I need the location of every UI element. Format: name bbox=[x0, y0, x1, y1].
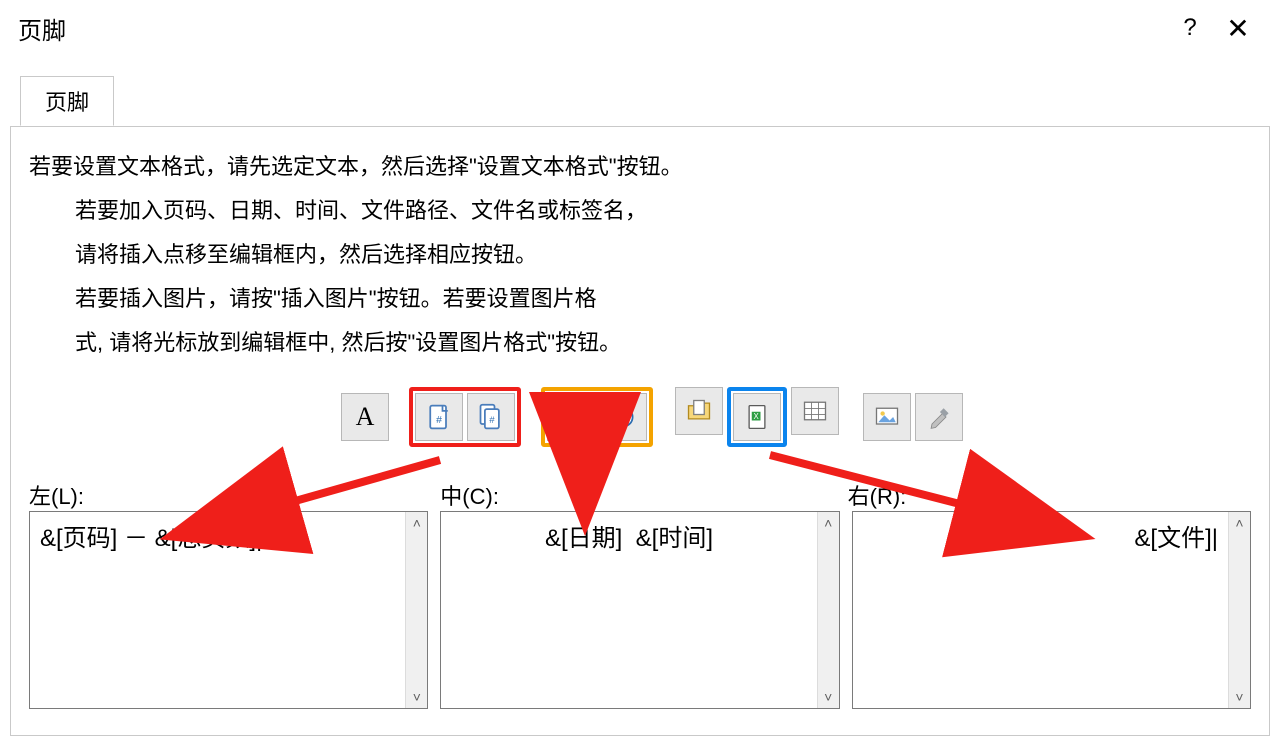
center-section-content[interactable]: &[日期] &[时间] bbox=[441, 512, 816, 708]
scroll-down-icon[interactable]: ˅ bbox=[818, 686, 839, 708]
file-group: X bbox=[673, 385, 841, 449]
time-icon bbox=[609, 403, 637, 431]
insert-picture-button[interactable] bbox=[863, 393, 911, 441]
center-section-label: 中(C): bbox=[436, 479, 843, 511]
instruction-line-1: 若要设置文本格式，请先选定文本，然后选择"设置文本格式"按钮。 bbox=[29, 145, 1251, 189]
footer-toolbar: A # # 7 bbox=[341, 385, 965, 449]
instruction-line-3: 请将插入点移至编辑框内，然后选择相应按钮。 bbox=[29, 233, 1251, 277]
insert-sheet-name-button[interactable] bbox=[791, 387, 839, 435]
scrollbar[interactable]: ˄ ˅ bbox=[817, 512, 839, 708]
svg-text:X: X bbox=[754, 412, 760, 421]
edit-row: &[页码] － &[总页数]| ˄ ˅ &[日期] &[时间] ˄ ˅ &[文件… bbox=[29, 511, 1251, 709]
instructions-block: 若要设置文本格式，请先选定文本，然后选择"设置文本格式"按钮。 若要加入页码、日… bbox=[11, 127, 1269, 365]
insert-date-button[interactable]: 7 bbox=[547, 393, 595, 441]
insert-picture-icon bbox=[873, 403, 901, 431]
page-number-icon: # bbox=[425, 403, 453, 431]
title-bar: 页脚 ? ✕ bbox=[0, 0, 1280, 56]
instruction-line-5: 式, 请将光标放到编辑框中, 然后按"设置图片格式"按钮。 bbox=[29, 321, 1251, 365]
svg-text:7: 7 bbox=[568, 416, 574, 428]
scrollbar[interactable]: ˄ ˅ bbox=[1228, 512, 1250, 708]
picture-group bbox=[861, 391, 965, 443]
scrollbar[interactable]: ˄ ˅ bbox=[405, 512, 427, 708]
format-picture-button[interactable] bbox=[915, 393, 963, 441]
file-path-icon bbox=[685, 397, 713, 425]
svg-text:#: # bbox=[436, 414, 442, 426]
insert-file-path-button[interactable] bbox=[675, 387, 723, 435]
close-button[interactable]: ✕ bbox=[1214, 12, 1262, 45]
svg-text:#: # bbox=[489, 415, 495, 426]
file-name-icon: X bbox=[743, 403, 771, 431]
right-section-editor[interactable]: &[文件]| ˄ ˅ bbox=[852, 511, 1251, 709]
highlight-page-group: # # bbox=[409, 387, 521, 447]
scroll-up-icon[interactable]: ˄ bbox=[1229, 512, 1250, 534]
center-section-editor[interactable]: &[日期] &[时间] ˄ ˅ bbox=[440, 511, 839, 709]
insert-time-button[interactable] bbox=[599, 393, 647, 441]
tab-strip: 页脚 bbox=[10, 76, 1270, 126]
scroll-down-icon[interactable]: ˅ bbox=[406, 686, 427, 708]
left-section-content[interactable]: &[页码] － &[总页数]| bbox=[30, 512, 405, 708]
help-button[interactable]: ? bbox=[1166, 14, 1214, 42]
instruction-line-2: 若要加入页码、日期、时间、文件路径、文件名或标签名， bbox=[29, 189, 1251, 233]
instruction-line-4: 若要插入图片，请按"插入图片"按钮。若要设置图片格 bbox=[29, 277, 1251, 321]
format-picture-icon bbox=[925, 403, 953, 431]
tab-footer[interactable]: 页脚 bbox=[20, 76, 114, 126]
window-title: 页脚 bbox=[18, 11, 1166, 46]
scroll-down-icon[interactable]: ˅ bbox=[1229, 686, 1250, 708]
sheet-name-icon bbox=[801, 397, 829, 425]
format-text-button[interactable]: A bbox=[341, 393, 389, 441]
right-section-content[interactable]: &[文件]| bbox=[853, 512, 1228, 708]
right-section-label: 右(R): bbox=[844, 479, 1251, 511]
highlight-filename-group: X bbox=[727, 387, 787, 447]
left-section-label: 左(L): bbox=[29, 479, 436, 511]
insert-file-name-button[interactable]: X bbox=[733, 393, 781, 441]
page-count-icon: # bbox=[477, 403, 505, 431]
highlight-datetime-group: 7 bbox=[541, 387, 653, 447]
scroll-up-icon[interactable]: ˄ bbox=[406, 512, 427, 534]
left-section-editor[interactable]: &[页码] － &[总页数]| ˄ ˅ bbox=[29, 511, 428, 709]
date-icon: 7 bbox=[557, 403, 585, 431]
footer-panel: 若要设置文本格式，请先选定文本，然后选择"设置文本格式"按钮。 若要加入页码、日… bbox=[10, 126, 1270, 736]
section-labels: 左(L): 中(C): 右(R): bbox=[29, 479, 1251, 511]
scroll-up-icon[interactable]: ˄ bbox=[818, 512, 839, 534]
insert-page-number-button[interactable]: # bbox=[415, 393, 463, 441]
insert-page-count-button[interactable]: # bbox=[467, 393, 515, 441]
